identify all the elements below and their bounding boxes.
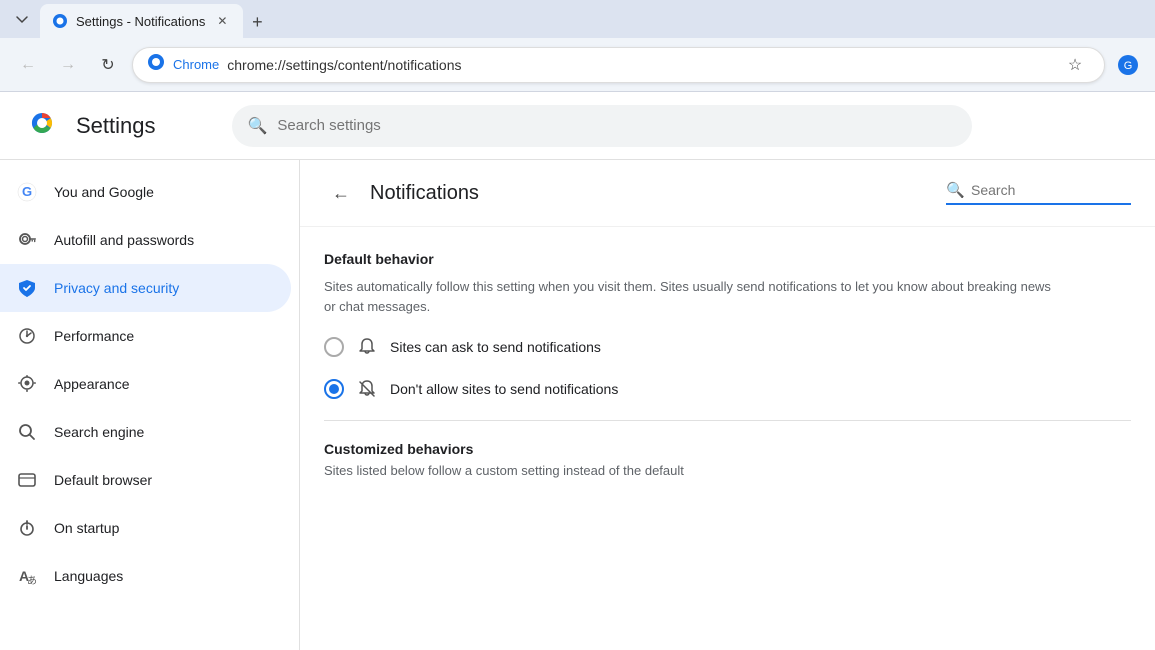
shield-icon [16,277,38,299]
brand-label: Chrome [173,57,219,72]
sidebar-label-on-startup: On startup [54,520,119,536]
content-back-btn[interactable]: ← [324,176,358,210]
google-icon: G [16,181,38,203]
radio-allow-circle[interactable] [324,337,344,357]
radio-allow-label: Sites can ask to send notifications [390,339,601,355]
main-layout: G You and Google Autofill and passwords [0,160,1155,650]
tab-title: Settings - Notifications [76,14,205,29]
default-browser-icon [16,469,38,491]
sidebar-item-on-startup[interactable]: On startup [0,504,291,552]
tab-favicon [52,13,68,29]
chrome-logo [24,105,60,146]
sidebar-item-appearance[interactable]: Appearance [0,360,291,408]
sidebar: G You and Google Autofill and passwords [0,160,300,650]
customized-title: Customized behaviors [324,441,1131,457]
content-body: Default behavior Sites automatically fol… [300,227,1155,502]
settings-search-input[interactable] [277,117,955,134]
default-behavior-desc: Sites automatically follow this setting … [324,277,1064,316]
bookmark-btn[interactable]: ☆ [1060,50,1090,80]
content-title: Notifications [370,182,934,205]
sidebar-label-autofill: Autofill and passwords [54,232,194,248]
content-area: ← Notifications 🔍 Default behavior Sites… [300,160,1155,650]
new-tab-btn[interactable]: + [243,8,271,36]
search-engine-icon [16,421,38,443]
tab-close-btn[interactable]: ✕ [213,12,231,30]
sidebar-label-you-and-google: You and Google [54,184,154,200]
settings-search-wrap[interactable]: 🔍 [232,105,972,147]
bell-icon [356,336,378,358]
settings-header: Settings 🔍 [0,92,1155,160]
sidebar-label-performance: Performance [54,328,134,344]
appearance-icon [16,373,38,395]
settings-title: Settings [76,113,156,139]
address-bar-area: ← → ↻ Chrome chrome://settings/content/n… [0,38,1155,92]
address-bar[interactable]: Chrome chrome://settings/content/notific… [132,47,1105,83]
content-header: ← Notifications 🔍 [300,160,1155,227]
default-behavior-section: Default behavior Sites automatically fol… [324,251,1131,400]
sidebar-label-languages: Languages [54,568,123,584]
default-behavior-title: Default behavior [324,251,1131,267]
radio-block-label: Don't allow sites to send notifications [390,381,618,397]
sidebar-label-appearance: Appearance [54,376,130,392]
sidebar-item-you-and-google[interactable]: G You and Google [0,168,291,216]
site-favicon [147,53,165,76]
svg-text:G: G [1124,60,1133,72]
sidebar-item-privacy[interactable]: Privacy and security [0,264,291,312]
active-tab[interactable]: Settings - Notifications ✕ [40,4,243,38]
sidebar-item-performance[interactable]: Performance [0,312,291,360]
section-divider [324,420,1131,421]
content-search-wrap[interactable]: 🔍 [946,181,1131,205]
sidebar-label-privacy: Privacy and security [54,280,179,296]
tab-bar: Settings - Notifications ✕ + [0,0,1155,38]
back-nav-btn[interactable]: ← [12,49,44,81]
customized-desc: Sites listed below follow a custom setti… [324,463,1131,478]
sidebar-item-languages[interactable]: A あ Languages [0,552,291,600]
sidebar-item-default-browser[interactable]: Default browser [0,456,291,504]
sidebar-label-default-browser: Default browser [54,472,152,488]
content-search-input[interactable] [971,182,1131,198]
startup-icon [16,517,38,539]
tab-dropdown-btn[interactable] [8,6,36,34]
svg-text:G: G [22,184,32,199]
radio-option-block[interactable]: Don't allow sites to send notifications [324,378,1131,400]
reload-btn[interactable]: ↻ [92,49,124,81]
languages-icon: A あ [16,565,38,587]
settings-search-icon: 🔍 [248,116,268,136]
content-search-icon: 🔍 [946,181,965,199]
profile-btn[interactable]: G [1113,50,1143,80]
performance-icon [16,325,38,347]
radio-option-allow[interactable]: Sites can ask to send notifications [324,336,1131,358]
sidebar-label-search-engine: Search engine [54,424,144,440]
bell-off-icon [356,378,378,400]
forward-nav-btn[interactable]: → [52,49,84,81]
customized-behaviors-section: Customized behaviors Sites listed below … [324,441,1131,478]
url-display: chrome://settings/content/notifications [227,57,1052,73]
svg-text:あ: あ [27,575,37,586]
key-icon [16,229,38,251]
radio-block-circle[interactable] [324,379,344,399]
sidebar-item-search-engine[interactable]: Search engine [0,408,291,456]
sidebar-item-autofill[interactable]: Autofill and passwords [0,216,291,264]
